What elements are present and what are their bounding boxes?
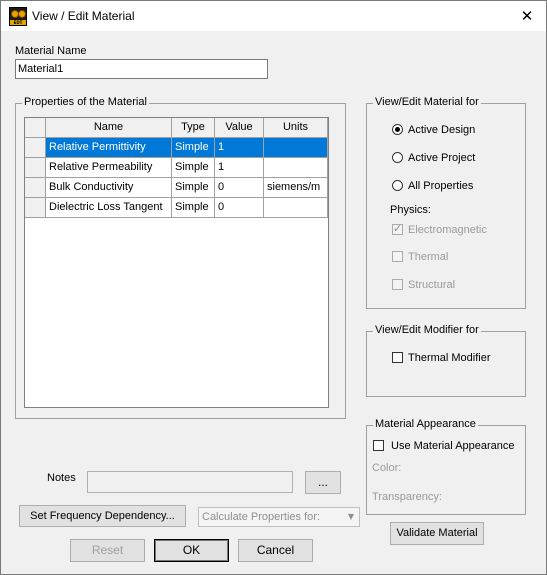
cancel-button[interactable]: Cancel (238, 539, 313, 562)
thermal-modifier-label[interactable]: Thermal Modifier (408, 352, 491, 364)
set-frequency-dependency-button[interactable]: Set Frequency Dependency... (19, 505, 186, 527)
notes-label: Notes (47, 472, 76, 484)
view-edit-for-title: View/Edit Material for (373, 96, 481, 108)
material-dialog: EDT View / Edit Material ✕ Material Name… (0, 0, 547, 575)
cell-units[interactable] (264, 138, 328, 158)
cell-name[interactable]: Relative Permeability (46, 158, 172, 178)
app-icon: EDT (9, 7, 27, 26)
transparency-label: Transparency: (372, 491, 442, 503)
material-name-label: Material Name (15, 45, 87, 57)
validate-material-button[interactable]: Validate Material (390, 522, 484, 545)
modifier-group: View/Edit Modifier for (366, 324, 526, 397)
chevron-down-icon: ▼ (347, 512, 355, 521)
cell-type[interactable]: Simple (172, 138, 215, 158)
thermal-label: Thermal (408, 251, 449, 263)
color-label: Color: (372, 462, 402, 474)
physics-label: Physics: (390, 204, 431, 216)
app-icon-right-dot (18, 10, 26, 18)
appearance-group-title: Material Appearance (373, 418, 478, 430)
column-header-name[interactable]: Name (46, 118, 172, 138)
radio-active-design-label[interactable]: Active Design (408, 124, 475, 136)
cell-name[interactable]: Dielectric Loss Tangent (46, 198, 172, 218)
cell-units[interactable] (264, 198, 328, 218)
radio-active-project-label[interactable]: Active Project (408, 152, 475, 164)
grid-corner (25, 118, 46, 138)
cell-value[interactable]: 0 (215, 178, 264, 198)
column-header-units[interactable]: Units (264, 118, 328, 138)
row-header[interactable] (25, 138, 46, 158)
cell-type[interactable]: Simple (172, 158, 215, 178)
app-icon-text: EDT (10, 20, 26, 25)
ok-button[interactable]: OK (154, 539, 229, 562)
cell-name[interactable]: Bulk Conductivity (46, 178, 172, 198)
thermal-modifier-checkbox[interactable] (392, 352, 403, 363)
notes-browse-button[interactable]: ... (305, 471, 341, 494)
structural-checkbox (392, 279, 403, 290)
modifier-group-title: View/Edit Modifier for (373, 324, 481, 336)
use-appearance-label[interactable]: Use Material Appearance (391, 440, 515, 452)
cell-units[interactable] (264, 158, 328, 178)
column-header-type[interactable]: Type (172, 118, 215, 138)
cell-name[interactable]: Relative Permittivity (46, 138, 172, 158)
notes-field[interactable] (87, 471, 293, 493)
material-name-input[interactable] (15, 59, 268, 79)
radio-active-design[interactable] (392, 124, 403, 135)
title-bar: EDT View / Edit Material ✕ (1, 1, 546, 31)
calculate-properties-select: Calculate Properties for: ▼ (198, 507, 360, 527)
check-mark-icon: ✓ (393, 222, 403, 235)
cell-units[interactable]: siemens/m (264, 178, 328, 198)
use-appearance-checkbox[interactable] (373, 440, 384, 451)
properties-grid[interactable]: Name Type Value Units Relative Permittiv… (24, 117, 329, 408)
structural-label: Structural (408, 279, 456, 291)
thermal-checkbox (392, 251, 403, 262)
electromagnetic-label: Electromagnetic (408, 224, 487, 236)
cell-type[interactable]: Simple (172, 178, 215, 198)
close-icon[interactable]: ✕ (514, 5, 540, 27)
electromagnetic-checkbox: ✓ (392, 222, 403, 235)
radio-all-properties[interactable] (392, 180, 403, 191)
row-header[interactable] (25, 198, 46, 218)
cell-type[interactable]: Simple (172, 198, 215, 218)
radio-active-project[interactable] (392, 152, 403, 163)
row-header[interactable] (25, 158, 46, 178)
reset-button: Reset (70, 539, 145, 562)
radio-all-properties-label[interactable]: All Properties (408, 180, 473, 192)
properties-group-title: Properties of the Material (22, 96, 149, 108)
window-title: View / Edit Material (32, 9, 135, 23)
cell-value[interactable]: 1 (215, 158, 264, 178)
row-header[interactable] (25, 178, 46, 198)
cell-value[interactable]: 0 (215, 198, 264, 218)
column-header-value[interactable]: Value (215, 118, 264, 138)
calculate-properties-label: Calculate Properties for: (202, 511, 320, 523)
cell-value[interactable]: 1 (215, 138, 264, 158)
